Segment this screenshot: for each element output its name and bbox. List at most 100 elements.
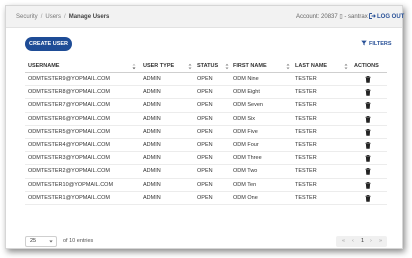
cell-last-name: TESTER — [295, 102, 317, 109]
column-header-last-name[interactable]: LAST NAME — [295, 60, 327, 73]
table-row[interactable]: ODMTESTER9@YOPMAIL.COM ADMIN OPEN ODM Nine T… — [25, 73, 387, 87]
table-row[interactable]: ODMTESTER10@YOPMAIL.COM ADMIN OPEN ODM Ten T… — [25, 179, 387, 192]
cell-status: OPEN — [197, 168, 213, 175]
cell-last-name: TESTER — [295, 128, 317, 135]
cell-status: OPEN — [197, 141, 213, 148]
cell-username: ODMTESTER4@YOPMAIL.COM — [28, 141, 110, 148]
next-page-button[interactable]: › — [370, 236, 372, 247]
sort-icon[interactable] — [286, 63, 290, 70]
separator: - — [344, 14, 347, 20]
table-row[interactable]: ODMTESTER5@YOPMAIL.COM ADMIN OPEN ODM Five T… — [25, 126, 387, 139]
cell-username: ODMTESTER8@YOPMAIL.COM — [28, 89, 110, 96]
cell-first-name: ODM Six — [233, 115, 255, 122]
table-row[interactable]: ODMTESTER7@YOPMAIL.COM ADMIN OPEN ODM Seven… — [25, 99, 387, 113]
cell-status: OPEN — [197, 181, 213, 188]
cell-username: ODMTESTER10@YOPMAIL.COM — [28, 181, 114, 188]
trash-icon[interactable] — [365, 168, 371, 176]
page-size-select[interactable]: 25 — [25, 236, 57, 247]
table-header: USERNAME USER TYPE STATUS FIRST NAME LAS… — [25, 60, 387, 73]
breadcrumb-security[interactable]: Security — [16, 14, 38, 20]
cell-first-name: ODM Three — [233, 155, 262, 162]
account-info: Account: 20837 ▯ - santrax — [296, 6, 368, 28]
column-header-actions: ACTIONS — [354, 63, 379, 69]
first-page-button[interactable]: « — [342, 236, 345, 247]
filters-button[interactable]: FILTERS — [361, 37, 392, 51]
filters-label: FILTERS — [369, 41, 392, 47]
previous-page-button[interactable]: ‹ — [352, 236, 354, 247]
column-header-username[interactable]: USERNAME — [28, 60, 59, 73]
table-row[interactable]: ODMTESTER4@YOPMAIL.COM ADMIN OPEN ODM Four T… — [25, 139, 387, 153]
table-row[interactable]: ODMTESTER1@YOPMAIL.COM ADMIN OPEN ODM One TE… — [25, 192, 387, 205]
table-row[interactable]: ODMTESTER2@YOPMAIL.COM ADMIN OPEN ODM Two TE… — [25, 165, 387, 179]
breadcrumb-separator: / — [64, 14, 66, 20]
breadcrumb-manage-users: Manage Users — [68, 14, 110, 20]
cell-first-name: ODM Five — [233, 128, 258, 135]
cell-first-name: ODM Nine — [233, 76, 259, 82]
cell-user-type: ADMIN — [143, 181, 161, 188]
filter-icon — [361, 40, 367, 45]
cell-status: OPEN — [197, 194, 213, 201]
trash-icon[interactable] — [365, 141, 371, 149]
trash-icon[interactable] — [365, 155, 371, 162]
current-page-number[interactable]: 1 — [361, 236, 364, 247]
cell-status: OPEN — [197, 89, 213, 96]
cell-username: ODMTESTER9@YOPMAIL.COM — [28, 76, 110, 82]
top-bar: Security / Users / Manage Users Account: 208… — [6, 6, 404, 28]
sort-icon[interactable] — [344, 63, 348, 70]
cell-last-name: TESTER — [295, 115, 317, 122]
table-row[interactable]: ODMTESTER8@YOPMAIL.COM ADMIN OPEN ODM Eight… — [25, 86, 387, 100]
last-page-button[interactable]: » — [379, 236, 382, 247]
account-user: santrax — [348, 14, 368, 20]
chevron-down-icon — [49, 240, 53, 243]
cell-username: ODMTESTER1@YOPMAIL.COM — [28, 194, 110, 201]
cell-user-type: ADMIN — [143, 128, 161, 135]
cell-status: OPEN — [197, 76, 213, 82]
sort-icon[interactable] — [225, 63, 229, 70]
cell-user-type: ADMIN — [143, 194, 161, 201]
cell-first-name: ODM Ten — [233, 181, 257, 188]
trash-icon[interactable] — [365, 89, 371, 96]
cell-user-type: ADMIN — [143, 115, 161, 122]
cell-user-type: ADMIN — [143, 89, 161, 96]
cell-last-name: TESTER — [295, 155, 317, 162]
create-user-button[interactable]: CREATE USER — [25, 37, 72, 51]
page-size-value: 25 — [30, 238, 37, 244]
breadcrumb: Security / Users / Manage Users — [16, 6, 109, 28]
table-row[interactable]: ODMTESTER3@YOPMAIL.COM ADMIN OPEN ODM Three… — [25, 152, 387, 166]
logout-button[interactable]: LOG OUT — [369, 6, 404, 28]
trash-icon[interactable] — [365, 194, 371, 202]
logout-label: LOG OUT — [377, 14, 405, 20]
trash-icon[interactable] — [365, 128, 371, 136]
cell-username: ODMTESTER7@YOPMAIL.COM — [28, 102, 110, 109]
cell-first-name: ODM Seven — [233, 102, 263, 109]
pagination-controls: « ‹ 1 › » — [336, 236, 387, 247]
cell-username: ODMTESTER6@YOPMAIL.COM — [28, 115, 110, 122]
user-icon: ▯ — [339, 14, 343, 20]
cell-status: OPEN — [197, 102, 213, 109]
column-header-user-type[interactable]: USER TYPE — [143, 60, 174, 73]
cell-username: ODMTESTER2@YOPMAIL.COM — [28, 168, 110, 175]
breadcrumb-users[interactable]: Users — [45, 14, 61, 20]
trash-icon[interactable] — [365, 102, 371, 110]
cell-last-name: TESTER — [295, 89, 317, 96]
sort-icon[interactable] — [188, 63, 192, 70]
cell-status: OPEN — [197, 128, 213, 135]
cell-last-name: TESTER — [295, 181, 317, 188]
cell-last-name: TESTER — [295, 168, 317, 175]
table-row[interactable]: ODMTESTER6@YOPMAIL.COM ADMIN OPEN ODM Six TE… — [25, 113, 387, 126]
cell-first-name: ODM Four — [233, 141, 259, 148]
cell-user-type: ADMIN — [143, 155, 161, 162]
column-header-status[interactable]: STATUS — [197, 60, 218, 73]
sort-icon[interactable] — [132, 63, 136, 70]
trash-icon[interactable] — [365, 115, 371, 123]
column-header-first-name[interactable]: FIRST NAME — [233, 60, 267, 73]
users-table: USERNAME USER TYPE STATUS FIRST NAME LAS… — [25, 60, 387, 205]
trash-icon[interactable] — [365, 181, 371, 189]
cell-last-name: TESTER — [295, 141, 317, 148]
table-body: ODMTESTER9@YOPMAIL.COM ADMIN OPEN ODM Nine T… — [25, 73, 387, 205]
cell-user-type: ADMIN — [143, 141, 161, 148]
cell-user-type: ADMIN — [143, 102, 161, 109]
trash-icon[interactable] — [365, 76, 371, 83]
cell-last-name: TESTER — [295, 194, 317, 201]
cell-first-name: ODM Two — [233, 168, 258, 175]
